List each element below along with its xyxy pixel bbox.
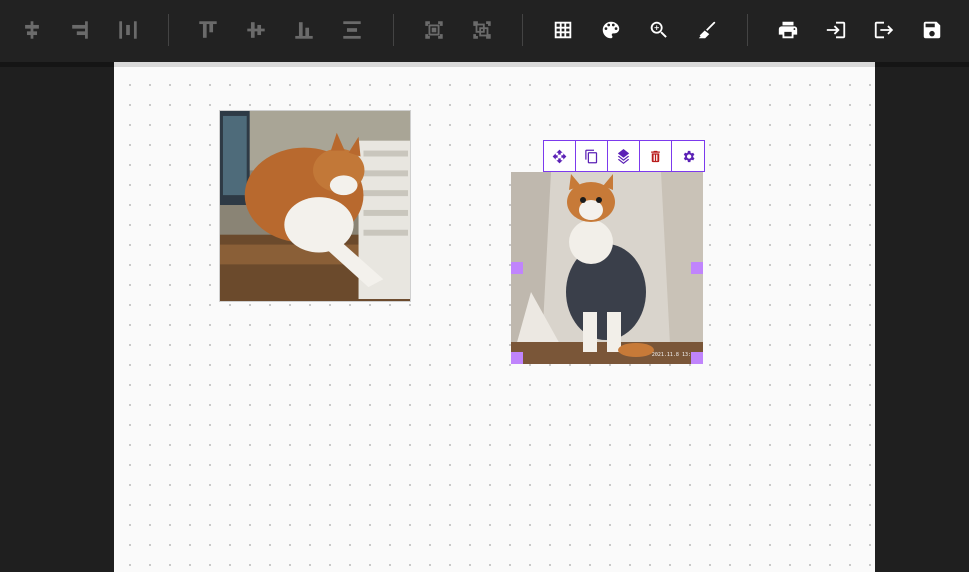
distribute-horizontal-center-icon[interactable] [18,16,46,44]
export-icon[interactable] [870,16,898,44]
cat-photo-1[interactable] [219,110,411,302]
align-top-icon[interactable] [194,16,222,44]
distribute-vertical-icon[interactable] [338,16,366,44]
ungroup-icon[interactable] [468,16,496,44]
zoom-icon[interactable] [645,16,673,44]
selection-toolbar [543,140,705,172]
brush-icon[interactable] [693,16,721,44]
resize-handle-bottom-left[interactable] [511,352,523,364]
toolbar-separator [393,14,394,46]
toolbar-separator [522,14,523,46]
image-icon [511,172,703,364]
toolbar-separator [747,14,748,46]
delete-icon[interactable] [640,141,672,171]
print-icon[interactable] [774,16,802,44]
main-toolbar [0,0,969,62]
align-vertical-center-icon[interactable] [242,16,270,44]
move-icon[interactable] [544,141,576,171]
layers-icon[interactable] [608,141,640,171]
resize-handle-left[interactable] [511,262,523,274]
align-right-edges-icon[interactable] [66,16,94,44]
resize-handle-bottom-right[interactable] [691,352,703,364]
resize-handle-right[interactable] [691,262,703,274]
toolbar-separator [168,14,169,46]
import-icon[interactable] [822,16,850,44]
save-icon[interactable] [918,16,946,44]
settings-icon[interactable] [672,141,704,171]
group-icon[interactable] [420,16,448,44]
copy-icon[interactable] [576,141,608,171]
palette-icon[interactable] [597,16,625,44]
grid-icon[interactable] [549,16,577,44]
align-bottom-icon[interactable] [290,16,318,44]
distribute-horizontal-icon[interactable] [114,16,142,44]
cat-photo-2[interactable]: 2021.11.8 13:33 [511,172,703,364]
image-icon [220,111,410,301]
